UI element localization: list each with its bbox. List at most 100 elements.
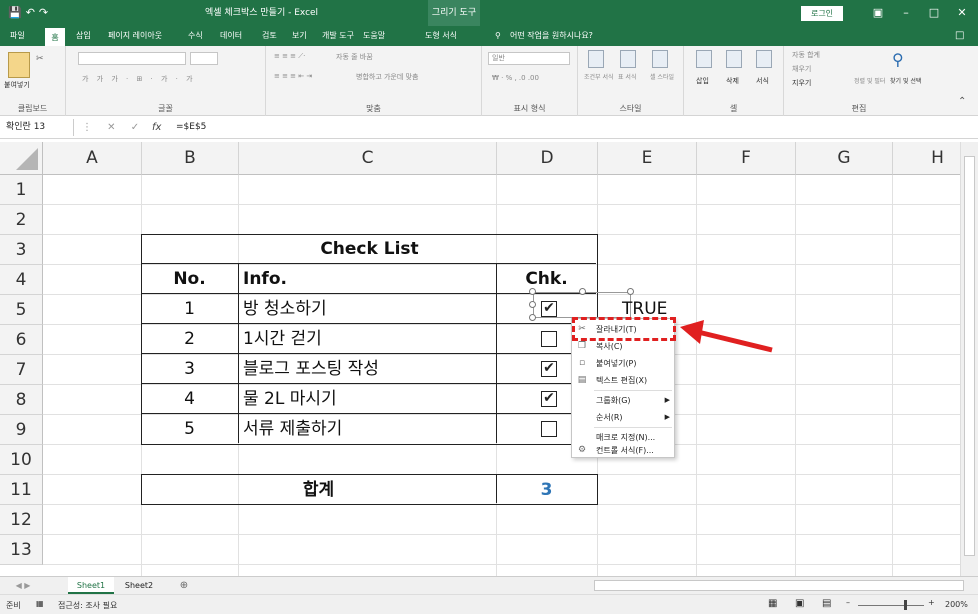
fx-icon[interactable]: fx xyxy=(152,119,161,136)
autosum-button[interactable]: 자동 합계 xyxy=(792,50,820,60)
column-header-h[interactable]: H xyxy=(893,142,960,175)
vertical-scrollbar[interactable] xyxy=(960,142,978,576)
sheet-tab-1[interactable]: Sheet1 xyxy=(68,577,114,594)
sheet-tab-2[interactable]: Sheet2 xyxy=(116,577,162,594)
view-layout-icon[interactable]: ▣ xyxy=(795,598,804,609)
worksheet-grid[interactable]: A B C D E F G H 1 2 3 4 5 6 7 8 9 10 11 … xyxy=(0,142,960,576)
font-name-box[interactable] xyxy=(78,52,186,65)
tab-view[interactable]: 보기 xyxy=(292,26,307,46)
row-header-9[interactable]: 9 xyxy=(0,415,43,445)
zoom-level[interactable]: 200% xyxy=(945,600,968,609)
paste-icon[interactable] xyxy=(8,52,30,78)
zoom-in-icon[interactable]: + xyxy=(928,598,935,607)
resize-handle[interactable] xyxy=(529,314,536,321)
tab-insert[interactable]: 삽입 xyxy=(76,26,91,46)
conditional-format-label[interactable]: 조건부 서식 xyxy=(584,72,614,81)
tab-file[interactable]: 파일 xyxy=(10,26,25,46)
checkbox-row6[interactable] xyxy=(541,331,557,347)
menu-item-paste[interactable]: ▫ 붙여넣기(P) xyxy=(572,355,676,372)
checkbox-row9[interactable] xyxy=(541,421,557,437)
paste-label[interactable]: 붙여넣기 xyxy=(4,80,30,90)
row-header-4[interactable]: 4 xyxy=(0,265,43,295)
number-format-icons[interactable]: ₩ · % ‚ .0 .00 xyxy=(492,74,539,82)
row-header-6[interactable]: 6 xyxy=(0,325,43,355)
insert-cells-icon[interactable] xyxy=(696,50,712,68)
find-select-button[interactable]: 찾기 및 선택 xyxy=(890,76,921,85)
font-format-icons[interactable]: 가 가 가 · ⊞ · 가 · 가 xyxy=(82,74,196,84)
sort-filter-button[interactable]: 정렬 및 필터 xyxy=(854,76,885,85)
minimize-icon[interactable]: – xyxy=(892,0,920,26)
select-all-corner[interactable] xyxy=(0,142,43,175)
zoom-slider[interactable]: – + xyxy=(846,598,938,612)
tab-home[interactable]: 홈 xyxy=(45,28,65,46)
row-header-12[interactable]: 12 xyxy=(0,505,43,535)
row-header-5[interactable]: 5 xyxy=(0,295,43,325)
tell-me-icon[interactable]: ⚲ xyxy=(495,26,501,46)
row-header-10[interactable]: 10 xyxy=(0,445,43,475)
scrollbar-thumb[interactable] xyxy=(964,156,975,556)
tab-page-layout[interactable]: 페이지 레이아웃 xyxy=(108,26,162,46)
login-button[interactable]: 로그인 xyxy=(801,6,843,21)
column-header-d[interactable]: D xyxy=(497,142,598,175)
wrap-text-button[interactable]: 자동 줄 바꿈 xyxy=(336,52,373,62)
row-header-7[interactable]: 7 xyxy=(0,355,43,385)
formula-input[interactable]: =$E$5 xyxy=(176,119,206,136)
horizontal-scrollbar[interactable] xyxy=(594,580,964,591)
align-top-icons[interactable]: ≡ ≡ ≡ ⟋· xyxy=(274,52,305,61)
format-label[interactable]: 서식 xyxy=(756,76,769,86)
cell-styles-icon[interactable] xyxy=(652,50,668,68)
collapse-ribbon-icon[interactable]: ⌃ xyxy=(958,96,966,107)
format-table-label[interactable]: 표 서식 xyxy=(618,72,636,81)
column-header-e[interactable]: E xyxy=(598,142,697,175)
view-pagebreak-icon[interactable]: ▤ xyxy=(822,598,831,609)
close-icon[interactable]: ✕ xyxy=(948,0,976,26)
menu-item-format-control[interactable]: ⚙ 컨트롤 서식(F)... xyxy=(572,443,676,458)
row-header-1[interactable]: 1 xyxy=(0,175,43,205)
conditional-format-icon[interactable] xyxy=(588,50,604,68)
align-icons[interactable]: ≡ ≡ ≡ ⇤ ⇥ xyxy=(274,72,312,80)
row-header-2[interactable]: 2 xyxy=(0,205,43,235)
add-sheet-icon[interactable]: ⊕ xyxy=(176,577,192,594)
tab-developer[interactable]: 개발 도구 xyxy=(322,26,354,46)
macro-record-icon[interactable]: ▦ xyxy=(36,599,44,608)
format-cells-icon[interactable] xyxy=(756,50,772,68)
column-header-b[interactable]: B xyxy=(142,142,239,175)
sheet-nav-icons[interactable]: ◀ ▶ xyxy=(8,577,38,594)
tab-review[interactable]: 검토 xyxy=(262,26,277,46)
resize-handle[interactable] xyxy=(529,288,536,295)
tell-me-input[interactable]: 어떤 작업을 원하시나요? xyxy=(510,26,593,46)
merge-center-button[interactable]: 병합하고 가운데 맞춤 xyxy=(356,72,418,82)
delete-label[interactable]: 삭제 xyxy=(726,76,739,86)
name-box[interactable]: 확인란 13 xyxy=(2,119,74,136)
resize-handle[interactable] xyxy=(529,301,536,308)
column-header-f[interactable]: F xyxy=(697,142,796,175)
column-header-c[interactable]: C xyxy=(239,142,497,175)
row-header-13[interactable]: 13 xyxy=(0,535,43,565)
row-header-3[interactable]: 3 xyxy=(0,235,43,265)
insert-label[interactable]: 삽입 xyxy=(696,76,709,86)
zoom-thumb[interactable] xyxy=(904,600,907,610)
tab-shape-format[interactable]: 도형 서식 xyxy=(425,26,457,46)
tab-data[interactable]: 데이터 xyxy=(220,26,242,46)
menu-item-group[interactable]: 그룹화(G) ▶ xyxy=(572,392,676,409)
view-normal-icon[interactable]: ▦ xyxy=(768,598,777,609)
column-header-g[interactable]: G xyxy=(796,142,893,175)
maximize-icon[interactable]: □ xyxy=(920,0,948,26)
fill-button[interactable]: 채우기 xyxy=(792,64,811,74)
delete-cells-icon[interactable] xyxy=(726,50,742,68)
column-header-a[interactable]: A xyxy=(43,142,142,175)
clear-button[interactable]: 지우기 xyxy=(792,78,811,88)
ribbon-options-icon[interactable]: ▣ xyxy=(864,0,892,26)
number-format-box[interactable]: 일반 xyxy=(488,52,570,65)
menu-item-edit-text[interactable]: ▤ 텍스트 편집(X) xyxy=(572,372,676,389)
checkbox-row7[interactable]: ✔ xyxy=(541,361,557,377)
accessibility-status[interactable]: 접근성: 조사 필요 xyxy=(58,600,117,611)
formula-buttons[interactable]: ⋮ ✕ ✓ xyxy=(82,119,145,136)
row-header-11[interactable]: 11 xyxy=(0,475,43,505)
search-icon[interactable]: ⚲ xyxy=(892,50,904,69)
zoom-out-icon[interactable]: – xyxy=(846,598,850,607)
cut-icon[interactable]: ✂ xyxy=(36,54,44,64)
format-table-icon[interactable] xyxy=(620,50,636,68)
row-header-8[interactable]: 8 xyxy=(0,385,43,415)
font-size-box[interactable] xyxy=(190,52,218,65)
